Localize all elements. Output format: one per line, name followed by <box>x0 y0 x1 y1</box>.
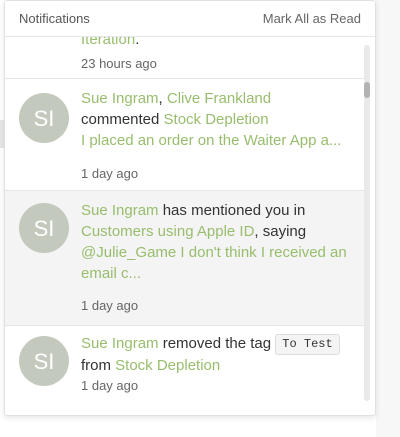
notification-item[interactable]: Iteration. 23 hours ago <box>5 37 367 79</box>
avatar: SI <box>19 93 69 143</box>
notification-target-link[interactable]: Stock Depletion <box>164 111 269 128</box>
tag-badge: To Test <box>275 334 340 355</box>
notification-time: 23 hours ago <box>81 56 157 71</box>
notification-time: 1 day ago <box>81 298 139 313</box>
notification-text: Iteration. <box>81 37 363 50</box>
notification-item[interactable]: SI Sue Ingram removed the tag To Test fr… <box>5 326 367 405</box>
background-page <box>376 0 400 437</box>
mark-all-read-button[interactable]: Mark All as Read <box>263 11 361 26</box>
notification-text: Sue Ingram removed the tag To Test from … <box>81 333 363 376</box>
user-link[interactable]: Sue Ingram <box>81 90 159 107</box>
notification-time: 1 day ago <box>81 166 139 181</box>
notification-item[interactable]: SI Sue Ingram, Clive Frankland commented… <box>5 79 367 191</box>
notifications-popup: Notifications Mark All as Read Iteration… <box>4 0 376 416</box>
notification-target-link[interactable]: Stock Depletion <box>115 357 220 374</box>
notification-target-link[interactable]: Customers using Apple ID <box>81 223 254 240</box>
notification-time: 1 day ago <box>81 378 139 393</box>
comment-excerpt[interactable]: @Julie_Game I don't think I received an … <box>81 244 347 282</box>
notification-list: Iteration. 23 hours ago SI Sue Ingram, C… <box>5 37 367 405</box>
scrollbar[interactable] <box>364 45 370 401</box>
avatar: SI <box>19 336 69 386</box>
user-link[interactable]: Sue Ingram <box>81 202 159 219</box>
scrollbar-thumb[interactable] <box>364 82 370 98</box>
comment-excerpt[interactable]: I placed an order on the Waiter App a... <box>81 130 363 151</box>
notification-item[interactable]: SI Sue Ingram has mentioned you in Custo… <box>5 191 367 326</box>
notification-text: Sue Ingram has mentioned you in Customer… <box>81 202 347 282</box>
user-link[interactable]: Sue Ingram <box>81 335 159 352</box>
popup-header: Notifications Mark All as Read <box>5 1 375 37</box>
notification-text: Sue Ingram, Clive Frankland commented St… <box>81 88 363 151</box>
avatar: SI <box>19 203 69 253</box>
popup-title: Notifications <box>19 11 90 26</box>
notification-target-link[interactable]: Iteration <box>81 37 135 48</box>
user-link[interactable]: Clive Frankland <box>167 90 271 107</box>
